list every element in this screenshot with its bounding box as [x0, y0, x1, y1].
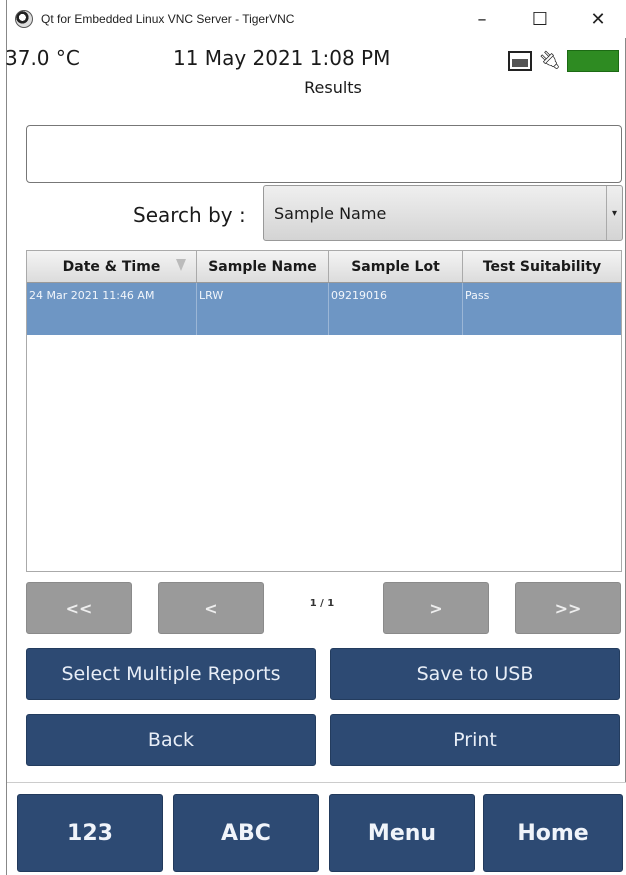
page-indicator: 1 / 1: [309, 598, 335, 609]
alpha-keyboard-button[interactable]: ABC: [173, 794, 319, 872]
status-icons: 🔌︎: [508, 50, 619, 72]
status-bar: 37.0 °C 11 May 2021 1:08 PM 🔌︎ Results: [5, 38, 626, 98]
minimize-button[interactable]: –: [453, 0, 511, 38]
menu-button[interactable]: Menu: [329, 794, 475, 872]
cell-date-time: 24 Mar 2021 11:46 AM: [27, 283, 197, 335]
tigervnc-app-icon: [15, 10, 33, 28]
column-header-label: Date & Time: [62, 258, 161, 275]
back-button[interactable]: Back: [26, 714, 316, 766]
search-by-select[interactable]: Sample Name ▾: [263, 185, 623, 241]
column-header-label: Sample Lot: [351, 258, 440, 275]
cell-test-suitability: Pass: [465, 289, 490, 302]
window-controls: – ☐ ✕: [453, 0, 626, 38]
last-page-button[interactable]: >>: [515, 582, 621, 634]
window-title: Qt for Embedded Linux VNC Server - Tiger…: [41, 12, 295, 26]
page-title: Results: [304, 78, 362, 97]
column-header-date-time[interactable]: Date & Time: [27, 251, 197, 282]
battery-icon: [567, 50, 619, 72]
column-header-sample-name[interactable]: Sample Name: [197, 251, 329, 282]
title-bar: Qt for Embedded Linux VNC Server - Tiger…: [7, 0, 626, 38]
dropdown-arrow-icon: ▾: [606, 186, 622, 240]
home-button[interactable]: Home: [483, 794, 623, 872]
save-to-usb-button[interactable]: Save to USB: [330, 648, 620, 700]
numeric-keypad-button[interactable]: 123: [17, 794, 163, 872]
date-time: 11 May 2021 1:08 PM: [173, 46, 391, 70]
next-page-button[interactable]: >: [383, 582, 489, 634]
temperature-readout: 37.0 °C: [5, 46, 80, 70]
power-plug-icon: 🔌︎: [538, 50, 561, 71]
results-table: Date & Time Sample Name Sample Lot Test …: [26, 250, 622, 572]
print-button[interactable]: Print: [330, 714, 620, 766]
column-header-sample-lot[interactable]: Sample Lot: [329, 251, 463, 282]
column-header-label: Test Suitability: [482, 258, 602, 275]
sort-icon: [176, 259, 186, 271]
cell-sample-name: LRW: [197, 283, 329, 335]
close-button[interactable]: ✕: [569, 0, 626, 38]
search-by-label: Search by :: [133, 203, 246, 227]
select-multiple-reports-button[interactable]: Select Multiple Reports: [26, 648, 316, 700]
maximize-button[interactable]: ☐: [511, 0, 569, 38]
table-row[interactable]: 24 Mar 2021 11:46 AM LRW 09219016 Pass: [27, 283, 621, 335]
search-input[interactable]: [26, 125, 622, 183]
column-header-label: Sample Name: [208, 258, 317, 275]
search-by-value: Sample Name: [274, 203, 387, 223]
cell-sample-lot: 09219016: [329, 283, 463, 335]
column-header-test-suitability[interactable]: Test Suitability: [463, 251, 621, 282]
printer-status-icon: [508, 51, 533, 71]
previous-page-button[interactable]: <: [158, 582, 264, 634]
table-header: Date & Time Sample Name Sample Lot Test …: [27, 251, 621, 283]
vnc-window: Qt for Embedded Linux VNC Server - Tiger…: [5, 0, 626, 875]
first-page-button[interactable]: <<: [26, 582, 132, 634]
